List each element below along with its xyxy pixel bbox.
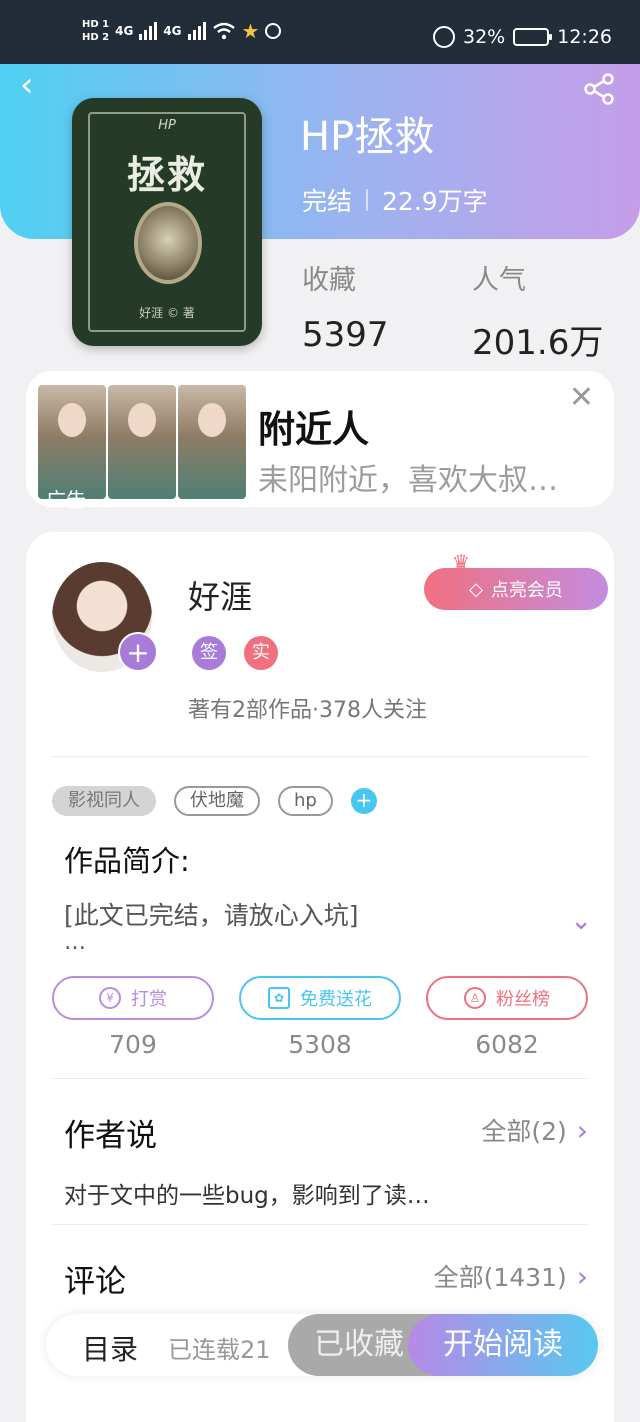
- signed-badge: 签: [192, 636, 226, 670]
- book-status: 完结: [302, 187, 353, 216]
- eco-icon: [433, 26, 455, 48]
- send-flower-button[interactable]: ✿ 免费送花: [239, 976, 401, 1020]
- share-icon[interactable]: [582, 72, 616, 106]
- tag-item[interactable]: hp: [278, 786, 333, 816]
- favorites-label: 收藏: [302, 265, 356, 296]
- tag-list: 影视同人 伏地魔 hp +: [52, 786, 377, 816]
- status-right: 32% 12:26: [433, 26, 612, 48]
- favorites-stat: 收藏 5397: [302, 258, 389, 355]
- comments-heading: 评论: [64, 1264, 126, 1300]
- author-says-all-label: 全部(2): [481, 1117, 567, 1146]
- author-says-all-link[interactable]: 全部(2) ›: [481, 1112, 588, 1148]
- intro-text: [此文已完结，请放心入坑]: [64, 901, 359, 930]
- book-words: 22.9万字: [382, 187, 488, 216]
- fan-rank-button[interactable]: ♙ 粉丝榜: [426, 976, 588, 1020]
- diamond-icon: ◇: [469, 578, 483, 600]
- bottom-action-bar: 目录 已连载21 已收藏 开始阅读: [46, 1314, 598, 1376]
- tag-item[interactable]: 伏地魔: [174, 786, 260, 816]
- verified-badge: 实: [244, 636, 278, 670]
- star-icon: ★: [241, 19, 260, 43]
- book-cover[interactable]: HP 拯救 好涯 © 著: [72, 98, 262, 346]
- vip-button[interactable]: ◇ 点亮会员: [424, 568, 608, 610]
- signal-icon: [139, 22, 158, 40]
- signal-group: HD 1 HD 2 4G 4G ★: [82, 18, 282, 44]
- send-flower-label: 免费送花: [300, 989, 372, 1010]
- ad-title: 附近人: [258, 408, 369, 451]
- ad-image-1: [38, 385, 106, 499]
- signal-icon-2: [187, 22, 206, 40]
- ad-description: 耒阳附近，喜欢大叔…: [258, 463, 558, 498]
- cover-series: HP: [158, 118, 176, 133]
- wifi-icon: [212, 22, 235, 40]
- battery-icon: [513, 28, 553, 46]
- divider: [52, 756, 588, 757]
- back-icon[interactable]: ‹: [20, 68, 50, 102]
- intro-heading: 作品简介:: [64, 844, 190, 878]
- divider: [52, 1078, 588, 1079]
- toc-button[interactable]: 目录: [82, 1328, 138, 1368]
- ad-label: 广告: [46, 488, 86, 512]
- intro-ellipsis: …: [64, 930, 86, 955]
- chevron-right-icon: ›: [576, 1259, 588, 1293]
- network-type-1: 4G: [115, 24, 134, 38]
- divider: [52, 1224, 588, 1225]
- loading-icon: [265, 23, 282, 39]
- meta-divider: [366, 189, 369, 211]
- favorites-count: 5397: [302, 315, 389, 355]
- book-title: HP拯救: [300, 114, 435, 160]
- popularity-count: 201.6万: [472, 323, 604, 363]
- popularity-stat: 人气 201.6万: [472, 258, 603, 364]
- chevron-right-icon: ›: [576, 1113, 588, 1147]
- author-name[interactable]: 好涯: [188, 572, 252, 618]
- cover-portrait: [134, 202, 202, 284]
- close-icon[interactable]: ✕: [569, 383, 594, 413]
- ad-image-2: [108, 385, 176, 499]
- cover-author: 好涯 © 著: [139, 306, 195, 320]
- vip-label: 点亮会员: [490, 580, 563, 601]
- battery-percent: 32%: [463, 26, 506, 48]
- network-type-2: 4G: [163, 24, 182, 38]
- flower-icon: ✿: [268, 987, 290, 1009]
- author-says-heading: 作者说: [64, 1118, 157, 1154]
- sim2-label: HD 2: [82, 32, 110, 43]
- ad-image-3: [178, 385, 246, 499]
- tag-item[interactable]: 影视同人: [52, 786, 156, 816]
- fan-count: 6082: [475, 1030, 539, 1059]
- popularity-label: 人气: [472, 265, 526, 296]
- tip-label: 打赏: [131, 989, 167, 1010]
- sim1-label: HD 1: [82, 19, 110, 30]
- sim-labels: HD 1 HD 2: [82, 18, 109, 44]
- tip-count: 709: [109, 1030, 157, 1059]
- comments-all-link[interactable]: 全部(1431) ›: [434, 1258, 588, 1294]
- yen-icon: ¥: [99, 987, 121, 1009]
- follow-plus-icon[interactable]: +: [118, 632, 158, 672]
- fan-rank-label: 粉丝榜: [496, 989, 550, 1010]
- tip-button[interactable]: ¥ 打赏: [52, 976, 214, 1020]
- cover-title: 拯救: [126, 153, 207, 197]
- comments-all-label: 全部(1431): [433, 1263, 567, 1292]
- status-bar: HD 1 HD 2 4G 4G ★ 32% 12:26: [0, 0, 640, 64]
- flower-count: 5308: [288, 1030, 352, 1059]
- add-tag-icon[interactable]: +: [350, 788, 377, 814]
- chevron-down-icon[interactable]: ⌄: [570, 906, 592, 936]
- start-reading-button[interactable]: 开始阅读: [408, 1314, 598, 1376]
- author-says-text[interactable]: 对于文中的一些bug，影响到了读…: [64, 1176, 430, 1210]
- user-icon: ♙: [464, 987, 486, 1009]
- book-detail-card: + 好涯 签 实 著有2部作品·378人关注 ♛ ◇ 点亮会员 影视同人 伏地魔…: [26, 532, 614, 1422]
- book-meta: 完结 22.9万字: [302, 182, 488, 218]
- author-info: 著有2部作品·378人关注: [188, 698, 427, 723]
- ad-banner[interactable]: 附近人 耒阳附近，喜欢大叔… ✕: [26, 371, 614, 507]
- serial-status: 已连载21: [168, 1336, 271, 1364]
- clock: 12:26: [557, 26, 612, 48]
